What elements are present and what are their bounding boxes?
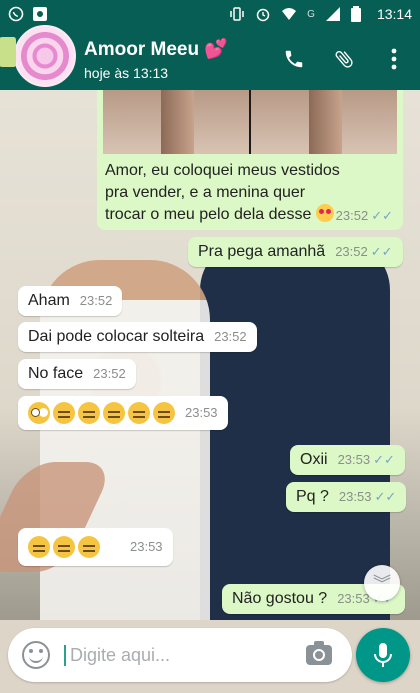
battery-icon: [350, 6, 367, 22]
more-vertical-icon: [391, 48, 397, 70]
heart-eyes-emoji-icon: [315, 204, 334, 222]
emoji-row: [28, 536, 100, 558]
emoji-button[interactable]: [22, 641, 50, 669]
unamused-emoji-icon: [53, 536, 75, 558]
attach-button[interactable]: [332, 47, 356, 71]
unamused-emoji-icon: [53, 402, 75, 424]
message-bubble-out[interactable]: Oxii 23:53 ✓✓: [290, 445, 405, 475]
read-ticks-icon: ✓✓: [371, 208, 393, 223]
unamused-emoji-icon: [78, 402, 100, 424]
message-bubble-in[interactable]: 23:53: [18, 396, 228, 430]
rolling-eyes-emoji-icon: [28, 402, 50, 424]
last-seen: hoje às 13:13: [84, 65, 169, 81]
message-bubble-in[interactable]: Aham 23:52: [18, 286, 123, 316]
contact-avatar[interactable]: [0, 25, 76, 87]
double-chevron-down-icon: ︾: [373, 574, 391, 594]
network-type-label: G: [307, 8, 315, 20]
overflow-menu-button[interactable]: [382, 47, 406, 71]
vibrate-icon: [229, 6, 245, 22]
read-ticks-icon: ✓✓: [370, 244, 393, 259]
unamused-emoji-icon: [153, 402, 175, 424]
microphone-icon: [374, 643, 392, 667]
status-time: 13:14: [376, 6, 412, 22]
alarm-icon: [255, 6, 271, 22]
image-left-half: [103, 90, 249, 154]
chat-area[interactable]: Amor, eu coloquei meus vestidos pra vend…: [0, 90, 420, 620]
unamused-emoji-icon: [128, 402, 150, 424]
contact-name: Amoor Meeu 💕: [84, 39, 229, 60]
chat-header: Amoor Meeu 💕 hoje às 13:13: [0, 25, 420, 90]
message-bubble-in[interactable]: 23:53: [18, 528, 173, 566]
message-bubble-in[interactable]: No face 23:52: [18, 359, 136, 389]
read-ticks-icon: ✓✓: [374, 489, 397, 504]
message-image-bubble[interactable]: Amor, eu coloquei meus vestidos pra vend…: [97, 90, 403, 230]
emoji-row: [28, 402, 175, 424]
message-caption: Amor, eu coloquei meus vestidos pra vend…: [105, 162, 340, 223]
signal-icon: [325, 6, 341, 22]
scroll-to-bottom-button[interactable]: ︾: [364, 565, 400, 601]
message-bubble-out[interactable]: Pq ? 23:53 ✓✓: [286, 482, 407, 512]
message-input-box: [8, 628, 352, 682]
contact-info[interactable]: Amoor Meeu 💕 hoje às 13:13: [84, 37, 228, 81]
message-image[interactable]: [103, 90, 397, 154]
unamused-emoji-icon: [78, 536, 100, 558]
mic-button[interactable]: [356, 628, 410, 682]
image-right-half: [251, 90, 397, 154]
unamused-emoji-icon: [103, 402, 125, 424]
flower-notification-icon: [32, 6, 48, 22]
unamused-emoji-icon: [28, 536, 50, 558]
phone-icon: [285, 50, 303, 68]
message-bubble-in[interactable]: Dai pode colocar solteira 23:52: [18, 322, 257, 352]
wallpaper-person-right: [200, 240, 390, 620]
whatsapp-notification-icon: [8, 6, 24, 22]
status-bar: G 13:14: [0, 0, 420, 28]
camera-button[interactable]: [306, 641, 332, 665]
message-time: 23:52 ✓✓: [335, 208, 393, 223]
message-input[interactable]: [64, 644, 284, 666]
read-ticks-icon: ✓✓: [373, 452, 395, 467]
paperclip-icon: [335, 51, 353, 68]
compose-bar: [0, 620, 420, 693]
message-bubble-out[interactable]: Pra pega amanhã 23:52 ✓✓: [188, 237, 403, 267]
call-button[interactable]: [282, 47, 306, 71]
wifi-icon: [281, 6, 297, 22]
